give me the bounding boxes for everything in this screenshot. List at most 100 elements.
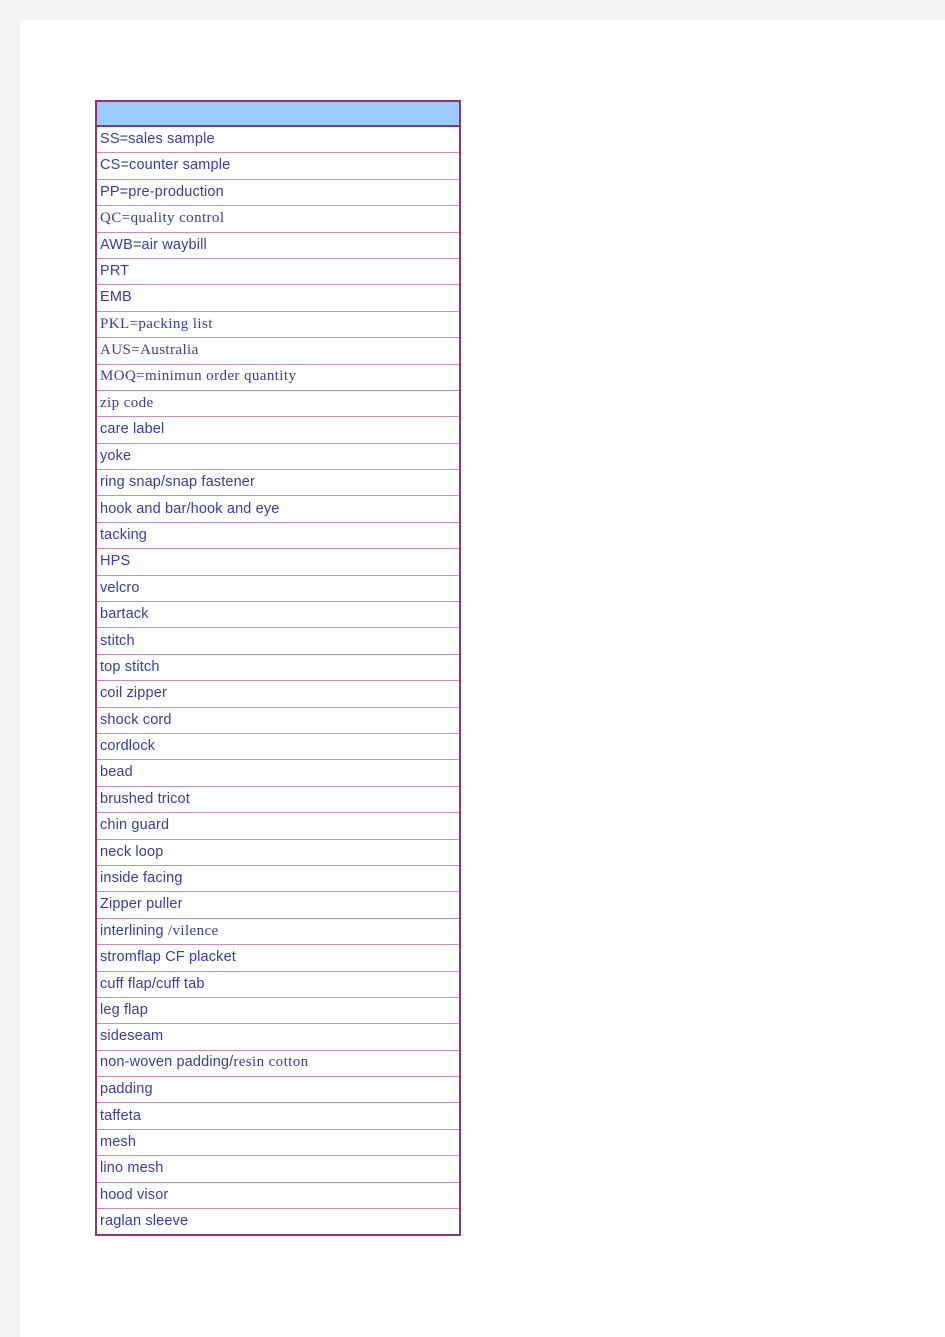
table-row[interactable]: non-woven padding/resin cotton xyxy=(95,1049,461,1078)
glossary-term-cell[interactable]: raglan sleeve xyxy=(95,1208,461,1236)
glossary-term-text: PRT xyxy=(100,263,130,280)
glossary-term-cell[interactable]: Zipper puller xyxy=(95,891,461,919)
table-row[interactable]: chin guard xyxy=(95,812,461,840)
glossary-term-cell[interactable]: cordlock xyxy=(95,732,461,761)
table-row[interactable]: stitch xyxy=(95,627,461,655)
glossary-term-cell[interactable]: care label xyxy=(95,416,461,444)
table-row[interactable]: CS=counter sample xyxy=(95,152,461,180)
table-row[interactable]: shock cord xyxy=(95,706,461,734)
table-row[interactable]: top stitch xyxy=(95,653,461,682)
table-row[interactable]: taffeta xyxy=(95,1102,461,1130)
table-row[interactable]: tacking xyxy=(95,521,461,550)
glossary-term-text: interlining xyxy=(100,922,168,939)
glossary-term-cell[interactable]: QC=quality control xyxy=(95,205,461,233)
apparel-terminology-glossary-table[interactable]: SS=sales sample CS=counter sample PP=pre-p… xyxy=(95,100,461,1237)
glossary-term-cell[interactable]: inside facing xyxy=(95,864,461,893)
glossary-term-cell[interactable]: bead xyxy=(95,759,461,787)
table-row[interactable]: cuff flap/cuff tab xyxy=(95,970,461,998)
glossary-term-cell[interactable]: top stitch xyxy=(95,653,461,682)
glossary-term-cell[interactable]: hood visor xyxy=(95,1181,461,1210)
table-row[interactable]: mesh xyxy=(95,1128,461,1157)
table-row[interactable]: sideseam xyxy=(95,1023,461,1051)
glossary-term-cell[interactable]: sideseam xyxy=(95,1023,461,1051)
glossary-term-cell[interactable]: leg flap xyxy=(95,996,461,1025)
glossary-term-cell[interactable]: tacking xyxy=(95,521,461,550)
glossary-term-cell[interactable]: interlining /vilence xyxy=(95,917,461,946)
table-row[interactable]: leg flap xyxy=(95,996,461,1025)
table-row[interactable]: coil zipper xyxy=(95,680,461,708)
glossary-term-cell[interactable]: ring snap/snap fastener xyxy=(95,469,461,497)
glossary-term-cell[interactable]: bartack xyxy=(95,601,461,629)
glossary-term-cell[interactable]: lino mesh xyxy=(95,1155,461,1183)
glossary-term-cell[interactable]: neck loop xyxy=(95,838,461,866)
glossary-term-text: PKL=packing list xyxy=(100,315,213,332)
table-row[interactable]: inside facing xyxy=(95,864,461,893)
table-row[interactable]: SS=sales sample xyxy=(95,125,461,154)
table-row[interactable]: raglan sleeve xyxy=(95,1208,461,1236)
glossary-term-cell[interactable]: chin guard xyxy=(95,812,461,840)
table-row[interactable]: hook and bar/hook and eye xyxy=(95,495,461,523)
table-row[interactable]: brushed tricot xyxy=(95,785,461,814)
table-header-row[interactable] xyxy=(95,100,461,127)
table-row[interactable]: PRT xyxy=(95,257,461,286)
glossary-term-cell[interactable]: PKL=packing list xyxy=(95,310,461,339)
glossary-term-cell[interactable]: yoke xyxy=(95,442,461,471)
glossary-term-cell[interactable]: AUS=Australia xyxy=(95,337,461,365)
table-row[interactable]: lino mesh xyxy=(95,1155,461,1183)
glossary-term-cell[interactable]: brushed tricot xyxy=(95,785,461,814)
table-row[interactable]: HPS xyxy=(95,548,461,576)
glossary-term-cell[interactable]: CS=counter sample xyxy=(95,152,461,180)
glossary-term-cell[interactable]: AWB=air waybill xyxy=(95,231,461,259)
glossary-term-cell[interactable]: padding xyxy=(95,1076,461,1104)
glossary-term-text: Zipper puller xyxy=(100,896,183,913)
glossary-term-cell[interactable]: SS=sales sample xyxy=(95,125,461,154)
glossary-term-cell[interactable]: shock cord xyxy=(95,706,461,734)
table-row[interactable]: QC=quality control xyxy=(95,205,461,233)
glossary-term-cell[interactable]: taffeta xyxy=(95,1102,461,1130)
glossary-term-cell[interactable]: EMB xyxy=(95,284,461,312)
glossary-term-cell[interactable]: PRT xyxy=(95,257,461,286)
glossary-term-cell[interactable]: zip code xyxy=(95,389,461,418)
table-row[interactable]: Zipper puller xyxy=(95,891,461,919)
table-row[interactable]: padding xyxy=(95,1076,461,1104)
table-row[interactable]: AWB=air waybill xyxy=(95,231,461,259)
canvas-left-margin xyxy=(0,0,20,1337)
glossary-term-cell[interactable]: stitch xyxy=(95,627,461,655)
glossary-term-cell[interactable]: cuff flap/cuff tab xyxy=(95,970,461,998)
table-row[interactable]: bead xyxy=(95,759,461,787)
table-row[interactable]: AUS=Australia xyxy=(95,337,461,365)
table-row[interactable]: stromflap CF placket xyxy=(95,944,461,972)
glossary-term-text: PP=pre-production xyxy=(100,183,224,200)
glossary-term-cell[interactable]: velcro xyxy=(95,574,461,603)
table-header-cell[interactable] xyxy=(95,100,461,127)
table-row[interactable]: EMB xyxy=(95,284,461,312)
glossary-term-cell[interactable]: HPS xyxy=(95,548,461,576)
table-row[interactable]: interlining /vilence xyxy=(95,917,461,946)
glossary-term-text: leg flap xyxy=(100,1001,148,1018)
glossary-term-cell[interactable]: PP=pre-production xyxy=(95,178,461,207)
glossary-term-text: non-woven padding/ xyxy=(100,1054,234,1071)
table-row[interactable]: yoke xyxy=(95,442,461,471)
glossary-term-cell[interactable]: MOQ=minimun order quantity xyxy=(95,363,461,391)
glossary-term-text: hook and bar/hook and eye xyxy=(100,500,280,517)
table-row[interactable]: PKL=packing list xyxy=(95,310,461,339)
table-row[interactable]: PP=pre-production xyxy=(95,178,461,207)
glossary-term-text: stromflap CF placket xyxy=(100,949,236,966)
glossary-term-cell[interactable]: mesh xyxy=(95,1128,461,1157)
table-row[interactable]: care label xyxy=(95,416,461,444)
table-row[interactable]: zip code xyxy=(95,389,461,418)
table-row[interactable]: hood visor xyxy=(95,1181,461,1210)
table-row[interactable]: ring snap/snap fastener xyxy=(95,469,461,497)
glossary-term-cell[interactable]: coil zipper xyxy=(95,680,461,708)
glossary-term-text: SS=sales sample xyxy=(100,131,215,148)
glossary-term-cell[interactable]: stromflap CF placket xyxy=(95,944,461,972)
table-row[interactable]: bartack xyxy=(95,601,461,629)
table-row[interactable]: velcro xyxy=(95,574,461,603)
glossary-term-text: sideseam xyxy=(100,1028,164,1045)
glossary-term-cell[interactable]: non-woven padding/resin cotton xyxy=(95,1049,461,1078)
table-row[interactable]: MOQ=minimun order quantity xyxy=(95,363,461,391)
table-row[interactable]: neck loop xyxy=(95,838,461,866)
table-row[interactable]: cordlock xyxy=(95,732,461,761)
table-body: SS=sales sample CS=counter sample PP=pre-p… xyxy=(95,100,461,1236)
glossary-term-cell[interactable]: hook and bar/hook and eye xyxy=(95,495,461,523)
